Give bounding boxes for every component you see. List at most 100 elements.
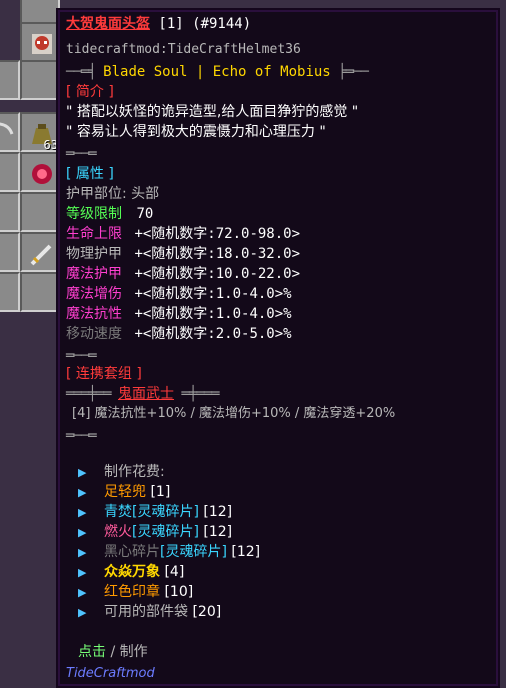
craft-item-name: 足轻兜 xyxy=(104,484,146,500)
craft-item-qty: [20] xyxy=(188,604,222,620)
mod-id: tidecraftmod:TideCraftHelmet36 xyxy=(66,42,301,57)
inventory-slot[interactable] xyxy=(0,272,20,312)
stat-value: +<随机数字:18.0-32.0> xyxy=(134,246,301,262)
click-label: 点击 xyxy=(78,644,106,660)
bullet-icon: ▶ xyxy=(78,506,87,519)
scythe-icon xyxy=(0,122,14,135)
series-divider-left: ──═╡ xyxy=(66,64,104,80)
stat-label: 魔法增伤 xyxy=(66,286,122,302)
stat-row: 生命上限 +<随机数字:72.0-98.0> xyxy=(66,224,300,244)
inventory-slot[interactable] xyxy=(0,232,20,272)
intro-line: " 搭配以妖怪的诡异造型,给人面目狰狞的感觉 " xyxy=(66,104,359,120)
inventory-slot[interactable] xyxy=(20,0,60,24)
stat-row: 魔法增伤 +<随机数字:1.0-4.0>% xyxy=(66,284,292,304)
craft-item-suffix: [灵魂碎片] xyxy=(160,544,227,560)
craft-header-row: ▶ 制作花费: xyxy=(78,462,165,483)
item-id: [1] (#9144) xyxy=(150,16,252,32)
stat-value: +<随机数字:1.0-4.0>% xyxy=(134,306,292,322)
craft-item: ▶ 足轻兜 [1] xyxy=(78,482,170,503)
craft-item-qty: [1] xyxy=(146,484,171,500)
craft-item-qty: [12] xyxy=(226,544,261,560)
set-bonus: [4] 魔法抗性+10% / 魔法增伤+10% / 魔法穿透+20% xyxy=(72,406,396,421)
craft-item-qty: [10] xyxy=(160,584,194,600)
inventory-slot[interactable] xyxy=(0,112,20,152)
crimson-orb-icon xyxy=(32,164,52,184)
craft-item-qty: [12] xyxy=(198,504,233,520)
level-value: 70 xyxy=(136,206,154,222)
series-name: Blade Soul | Echo of Mobius xyxy=(103,64,331,80)
inventory-slot[interactable] xyxy=(20,22,60,62)
craft-item-name: 青焚 xyxy=(104,504,132,520)
stat-label: 移动速度 xyxy=(66,326,122,342)
sword-icon xyxy=(30,244,52,266)
bullet-icon: ▶ xyxy=(78,566,87,579)
attributes-header: [ 属性 ] xyxy=(66,166,114,182)
section-divider: ═──═ xyxy=(66,146,97,162)
craft-action-label: / 制作 xyxy=(106,644,148,660)
stat-label: 魔法护甲 xyxy=(66,266,122,282)
bullet-icon: ▶ xyxy=(78,466,87,479)
craft-item: ▶ 红色印章 [10] xyxy=(78,582,193,603)
craft-item-name: 燃火 xyxy=(104,524,132,540)
series-row: ──═╡ Blade Soul | Echo of Mobius ╞═── xyxy=(66,62,369,82)
inventory-slot[interactable]: 63 xyxy=(20,112,60,152)
inventory-slot[interactable] xyxy=(0,60,20,100)
inventory-slot[interactable] xyxy=(20,272,60,312)
stat-row: 移动速度 +<随机数字:2.0-5.0>% xyxy=(66,324,292,344)
section-divider: ═──═ xyxy=(66,428,97,444)
mod-footer: TideCraftmod xyxy=(66,666,155,681)
section-divider: ═──═ xyxy=(66,348,97,364)
craft-item: ▶ 黑心碎片[灵魂碎片] [12] xyxy=(78,542,260,563)
craft-item: ▶ 可用的部件袋 [20] xyxy=(78,602,221,623)
inventory-slot[interactable] xyxy=(0,192,20,232)
inventory-slot[interactable] xyxy=(20,60,60,100)
level-requirement: 等级限制 70 xyxy=(66,204,153,224)
stat-label: 魔法抗性 xyxy=(66,306,122,322)
craft-item-suffix: [灵魂碎片] xyxy=(132,524,199,540)
bullet-icon: ▶ xyxy=(78,526,87,539)
stack-count: 63 xyxy=(43,138,58,152)
bullet-icon: ▶ xyxy=(78,486,87,499)
stat-value: +<随机数字:72.0-98.0> xyxy=(134,226,301,242)
craft-item: ▶ 青焚[灵魂碎片] [12] xyxy=(78,502,232,523)
intro-line: " 容易让人得到极大的震慑力和心理压力 " xyxy=(66,124,326,140)
craft-item-name: 众焱万象 xyxy=(104,564,160,580)
set-header: [ 连携套组 ] xyxy=(66,366,142,382)
stat-row: 魔法抗性 +<随机数字:1.0-4.0>% xyxy=(66,304,292,324)
set-divider-left: ═══╪══ xyxy=(66,386,119,402)
stat-label: 生命上限 xyxy=(66,226,122,242)
stat-row: 物理护甲 +<随机数字:18.0-32.0> xyxy=(66,244,300,264)
intro-header: [ 简介 ] xyxy=(66,84,114,100)
item-title: 大贺鬼面头盔 xyxy=(66,16,150,32)
craft-action-row[interactable]: 点击 / 制作 xyxy=(78,642,148,662)
item-tooltip: 大贺鬼面头盔 [1] (#9144) tidecraftmod:TideCraf… xyxy=(56,8,500,688)
armor-slot: 护甲部位: 头部 xyxy=(66,186,160,202)
helmet-icon xyxy=(32,34,52,54)
level-label: 等级限制 xyxy=(66,206,122,222)
craft-item-name: 可用的部件袋 xyxy=(104,604,188,620)
craft-item-qty: [12] xyxy=(198,524,233,540)
set-divider-right: ═╪═══ xyxy=(174,386,219,402)
stat-value: +<随机数字:2.0-5.0>% xyxy=(134,326,292,342)
craft-item: ▶ 众焱万象 [4] xyxy=(78,562,184,583)
tooltip-title-row: 大贺鬼面头盔 [1] (#9144) xyxy=(66,14,251,34)
inventory-slot[interactable] xyxy=(0,152,20,192)
craft-header: 制作花费: xyxy=(104,464,165,480)
inventory-slot[interactable] xyxy=(20,152,60,192)
inventory-slot[interactable] xyxy=(20,232,60,272)
bullet-icon: ▶ xyxy=(78,546,87,559)
inventory-slot[interactable] xyxy=(20,192,60,232)
craft-item-name: 黑心碎片 xyxy=(104,544,160,560)
stat-row: 魔法护甲 +<随机数字:10.0-22.0> xyxy=(66,264,300,284)
stat-value: +<随机数字:10.0-22.0> xyxy=(134,266,301,282)
stat-label: 物理护甲 xyxy=(66,246,122,262)
craft-item: ▶ 燃火[灵魂碎片] [12] xyxy=(78,522,232,543)
craft-item-suffix: [灵魂碎片] xyxy=(132,504,199,520)
stat-value: +<随机数字:1.0-4.0>% xyxy=(134,286,292,302)
bullet-icon: ▶ xyxy=(78,606,87,619)
craft-item-qty: [4] xyxy=(160,564,185,580)
craft-item-name: 红色印章 xyxy=(104,584,160,600)
set-name-row: ═══╪══ 鬼面武士 ═╪═══ xyxy=(66,384,220,404)
set-name: 鬼面武士 xyxy=(118,386,175,402)
bullet-icon: ▶ xyxy=(78,586,87,599)
